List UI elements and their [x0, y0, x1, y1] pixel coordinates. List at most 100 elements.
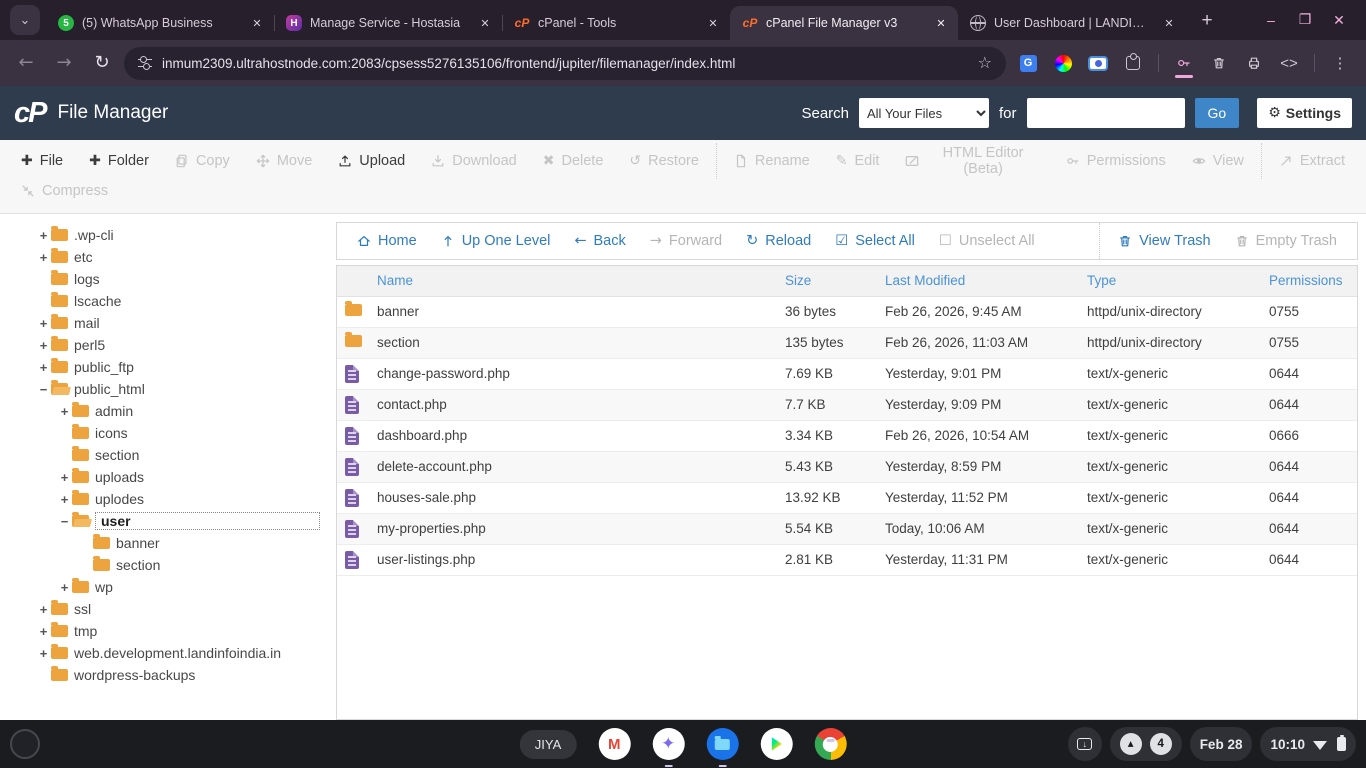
nav-home-button[interactable]: Home: [345, 233, 429, 249]
collapse-minus-icon[interactable]: −: [57, 514, 72, 529]
column-header-size[interactable]: Size: [777, 266, 877, 296]
tree-item-etc[interactable]: +etc: [0, 246, 336, 268]
browser-tab[interactable]: User Dashboard | LANDINFO✕: [958, 6, 1186, 40]
browser-tab[interactable]: 5(5) WhatsApp Business✕: [46, 6, 274, 40]
tree-item-lscache[interactable]: lscache: [0, 290, 336, 312]
file-name[interactable]: banner: [369, 296, 777, 327]
expand-plus-icon[interactable]: +: [36, 360, 51, 375]
new-tab-button[interactable]: +: [1192, 6, 1222, 36]
tree-item-label[interactable]: etc: [74, 249, 93, 265]
tree-item-label[interactable]: admin: [95, 403, 133, 419]
tree-item-label[interactable]: wordpress-backups: [74, 667, 195, 683]
color-wheel-icon[interactable]: [1053, 51, 1073, 75]
tree-item--wp-cli[interactable]: + .wp-cli: [0, 224, 336, 246]
table-row[interactable]: dashboard.php3.34 KBFeb 26, 2026, 10:54 …: [337, 420, 1357, 451]
toolbar-file-button[interactable]: ✚File: [8, 153, 76, 169]
tree-item-logs[interactable]: logs: [0, 268, 336, 290]
tree-item-label[interactable]: tmp: [74, 623, 97, 639]
tree-item-label[interactable]: ssl: [74, 601, 91, 617]
tree-item-label[interactable]: public_ftp: [74, 359, 134, 375]
close-tab-icon[interactable]: ✕: [932, 14, 950, 32]
tree-item-banner[interactable]: banner: [0, 532, 336, 554]
tree-item-label[interactable]: perl5: [74, 337, 105, 353]
nav-up-one-level-button[interactable]: Up One Level: [429, 233, 563, 249]
nav-view-trash-button[interactable]: View Trash: [1106, 233, 1222, 249]
files-icon[interactable]: [706, 728, 738, 760]
tree-item-section[interactable]: section: [0, 554, 336, 576]
tree-item-mail[interactable]: +mail: [0, 312, 336, 334]
gmail-icon[interactable]: M: [598, 728, 630, 760]
settings-button[interactable]: ⚙Settings: [1257, 98, 1352, 128]
browser-tab[interactable]: cPcPanel - Tools✕: [502, 6, 730, 40]
tree-item-public-html[interactable]: −public_html: [0, 378, 336, 400]
tree-item-label[interactable]: icons: [95, 425, 128, 441]
expand-plus-icon[interactable]: +: [57, 492, 72, 507]
file-name[interactable]: contact.php: [369, 389, 777, 420]
tree-item-user[interactable]: −user: [0, 510, 336, 532]
go-button[interactable]: Go: [1195, 98, 1240, 128]
expand-plus-icon[interactable]: +: [36, 602, 51, 617]
menu-kebab-icon[interactable]: ⋮: [1330, 51, 1350, 75]
tree-item-label[interactable]: web.development.landinfoindia.in: [74, 645, 281, 661]
chrome-icon[interactable]: [814, 728, 846, 760]
tree-item-label[interactable]: uplodes: [95, 491, 144, 507]
expand-plus-icon[interactable]: +: [36, 646, 51, 661]
browser-tab[interactable]: cPcPanel File Manager v3✕: [730, 6, 958, 40]
file-name[interactable]: section: [369, 327, 777, 358]
table-row[interactable]: user-listings.php2.81 KBYesterday, 11:31…: [337, 544, 1357, 575]
toolbar-folder-button[interactable]: ✚Folder: [76, 153, 162, 169]
gemini-icon[interactable]: ✦: [652, 728, 684, 760]
search-scope-select[interactable]: All Your Files: [859, 98, 989, 128]
table-row[interactable]: section135 bytesFeb 26, 2026, 11:03 AMht…: [337, 327, 1357, 358]
nav-back-button[interactable]: ←Back: [562, 233, 637, 249]
tree-item-web-development-landinfoindia-in[interactable]: + web.development.landinfoindia.in: [0, 642, 336, 664]
expand-plus-icon[interactable]: +: [36, 624, 51, 639]
play-store-icon[interactable]: [760, 728, 792, 760]
trash-icon[interactable]: [1209, 51, 1229, 75]
tab-search-icon[interactable]: ⌄: [10, 5, 40, 35]
tree-item-public-ftp[interactable]: + public_ftp: [0, 356, 336, 378]
file-name[interactable]: delete-account.php: [369, 451, 777, 482]
launcher-icon[interactable]: [10, 729, 40, 759]
screen-share-icon[interactable]: ↓: [1068, 727, 1102, 761]
expand-plus-icon[interactable]: +: [36, 228, 51, 243]
tree-item-wordpress-backups[interactable]: wordpress-backups: [0, 664, 336, 686]
close-window-icon[interactable]: ✕: [1324, 6, 1354, 34]
toolbar-upload-button[interactable]: Upload: [325, 153, 418, 169]
tree-item-label[interactable]: banner: [116, 535, 160, 551]
url-bar[interactable]: inmum2309.ultrahostnode.com:2083/cpsess5…: [124, 47, 1006, 80]
nav-select-all-button[interactable]: ☑Select All: [823, 233, 927, 249]
close-tab-icon[interactable]: ✕: [1160, 14, 1178, 32]
date-pill[interactable]: Feb 28: [1190, 727, 1253, 761]
browser-back-icon[interactable]: ←: [10, 47, 42, 79]
column-header-type[interactable]: Type: [1079, 266, 1261, 296]
tree-item-label[interactable]: section: [95, 447, 139, 463]
tree-item-label[interactable]: lscache: [74, 293, 121, 309]
file-name[interactable]: user-listings.php: [369, 544, 777, 575]
tree-item-label[interactable]: uploads: [95, 469, 144, 485]
tree-item-uplodes[interactable]: + uplodes: [0, 488, 336, 510]
tree-item-uploads[interactable]: +uploads: [0, 466, 336, 488]
tree-item-tmp[interactable]: + tmp: [0, 620, 336, 642]
expand-plus-icon[interactable]: +: [57, 580, 72, 595]
status-tray[interactable]: 10:10: [1260, 727, 1356, 761]
tree-item-ssl[interactable]: + ssl: [0, 598, 336, 620]
close-tab-icon[interactable]: ✕: [704, 14, 722, 32]
tree-item-admin[interactable]: +admin: [0, 400, 336, 422]
column-header-last-modified[interactable]: Last Modified: [877, 266, 1079, 296]
bookmark-star-icon[interactable]: ☆: [978, 55, 992, 71]
column-header-permissions[interactable]: Permissions: [1261, 266, 1357, 296]
screen-record-icon[interactable]: [1088, 51, 1108, 75]
browser-tab[interactable]: HManage Service - Hostasia✕: [274, 6, 502, 40]
tree-item-label[interactable]: .wp-cli: [74, 227, 114, 243]
file-name[interactable]: my-properties.php: [369, 513, 777, 544]
browser-forward-icon[interactable]: →: [48, 47, 80, 79]
tree-item-icons[interactable]: icons: [0, 422, 336, 444]
search-input[interactable]: [1027, 98, 1185, 128]
table-row[interactable]: contact.php7.7 KBYesterday, 9:09 PMtext/…: [337, 389, 1357, 420]
browser-reload-icon[interactable]: ↻: [86, 47, 118, 79]
extensions-puzzle-icon[interactable]: [1123, 51, 1143, 75]
tree-item-label[interactable]: section: [116, 557, 160, 573]
print-icon[interactable]: [1244, 51, 1264, 75]
expand-plus-icon[interactable]: +: [36, 338, 51, 353]
